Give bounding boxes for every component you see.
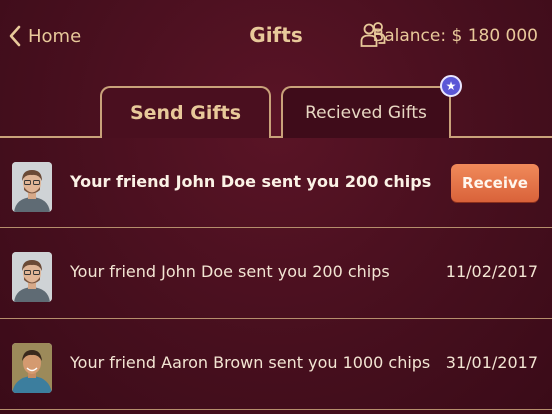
avatar xyxy=(12,162,52,212)
back-label: Home xyxy=(28,25,82,47)
back-button[interactable]: Home xyxy=(8,22,81,50)
receive-button[interactable]: Receive xyxy=(451,164,539,202)
page-title: Gifts xyxy=(249,23,303,47)
gift-message: Your friend Aaron Brown sent you 1000 ch… xyxy=(70,353,431,372)
chevron-left-icon xyxy=(9,25,21,47)
list-item: Your friend John Doe sent you 200 chips … xyxy=(0,138,552,228)
list-item: Your friend John Doe sent you 200 chips … xyxy=(0,228,552,319)
top-bar: Home Gifts Balance: $ 180 000 xyxy=(0,0,552,72)
gift-message: Your friend John Doe sent you 200 chips xyxy=(70,172,432,191)
gift-date: 31/01/2017 xyxy=(445,353,538,372)
tab-received-gifts[interactable]: Recieved Gifts xyxy=(281,86,451,138)
list-item: Your friend Aaron Brown sent you 1000 ch… xyxy=(0,319,552,410)
tab-send-gifts[interactable]: Send Gifts xyxy=(100,86,271,138)
balance-display: Balance: $ 180 000 xyxy=(372,26,538,46)
tab-label: Send Gifts xyxy=(129,102,242,124)
avatar xyxy=(12,343,52,393)
gift-date: 11/02/2017 xyxy=(445,262,538,281)
avatar xyxy=(12,252,52,302)
gift-list: Your friend John Doe sent you 200 chips … xyxy=(0,138,552,410)
tab-label: Recieved Gifts xyxy=(305,103,427,123)
gift-message: Your friend John Doe sent you 200 chips xyxy=(70,262,390,281)
gift-tabs: Send Gifts Recieved Gifts xyxy=(0,84,552,138)
star-icon: ★ xyxy=(440,75,462,97)
